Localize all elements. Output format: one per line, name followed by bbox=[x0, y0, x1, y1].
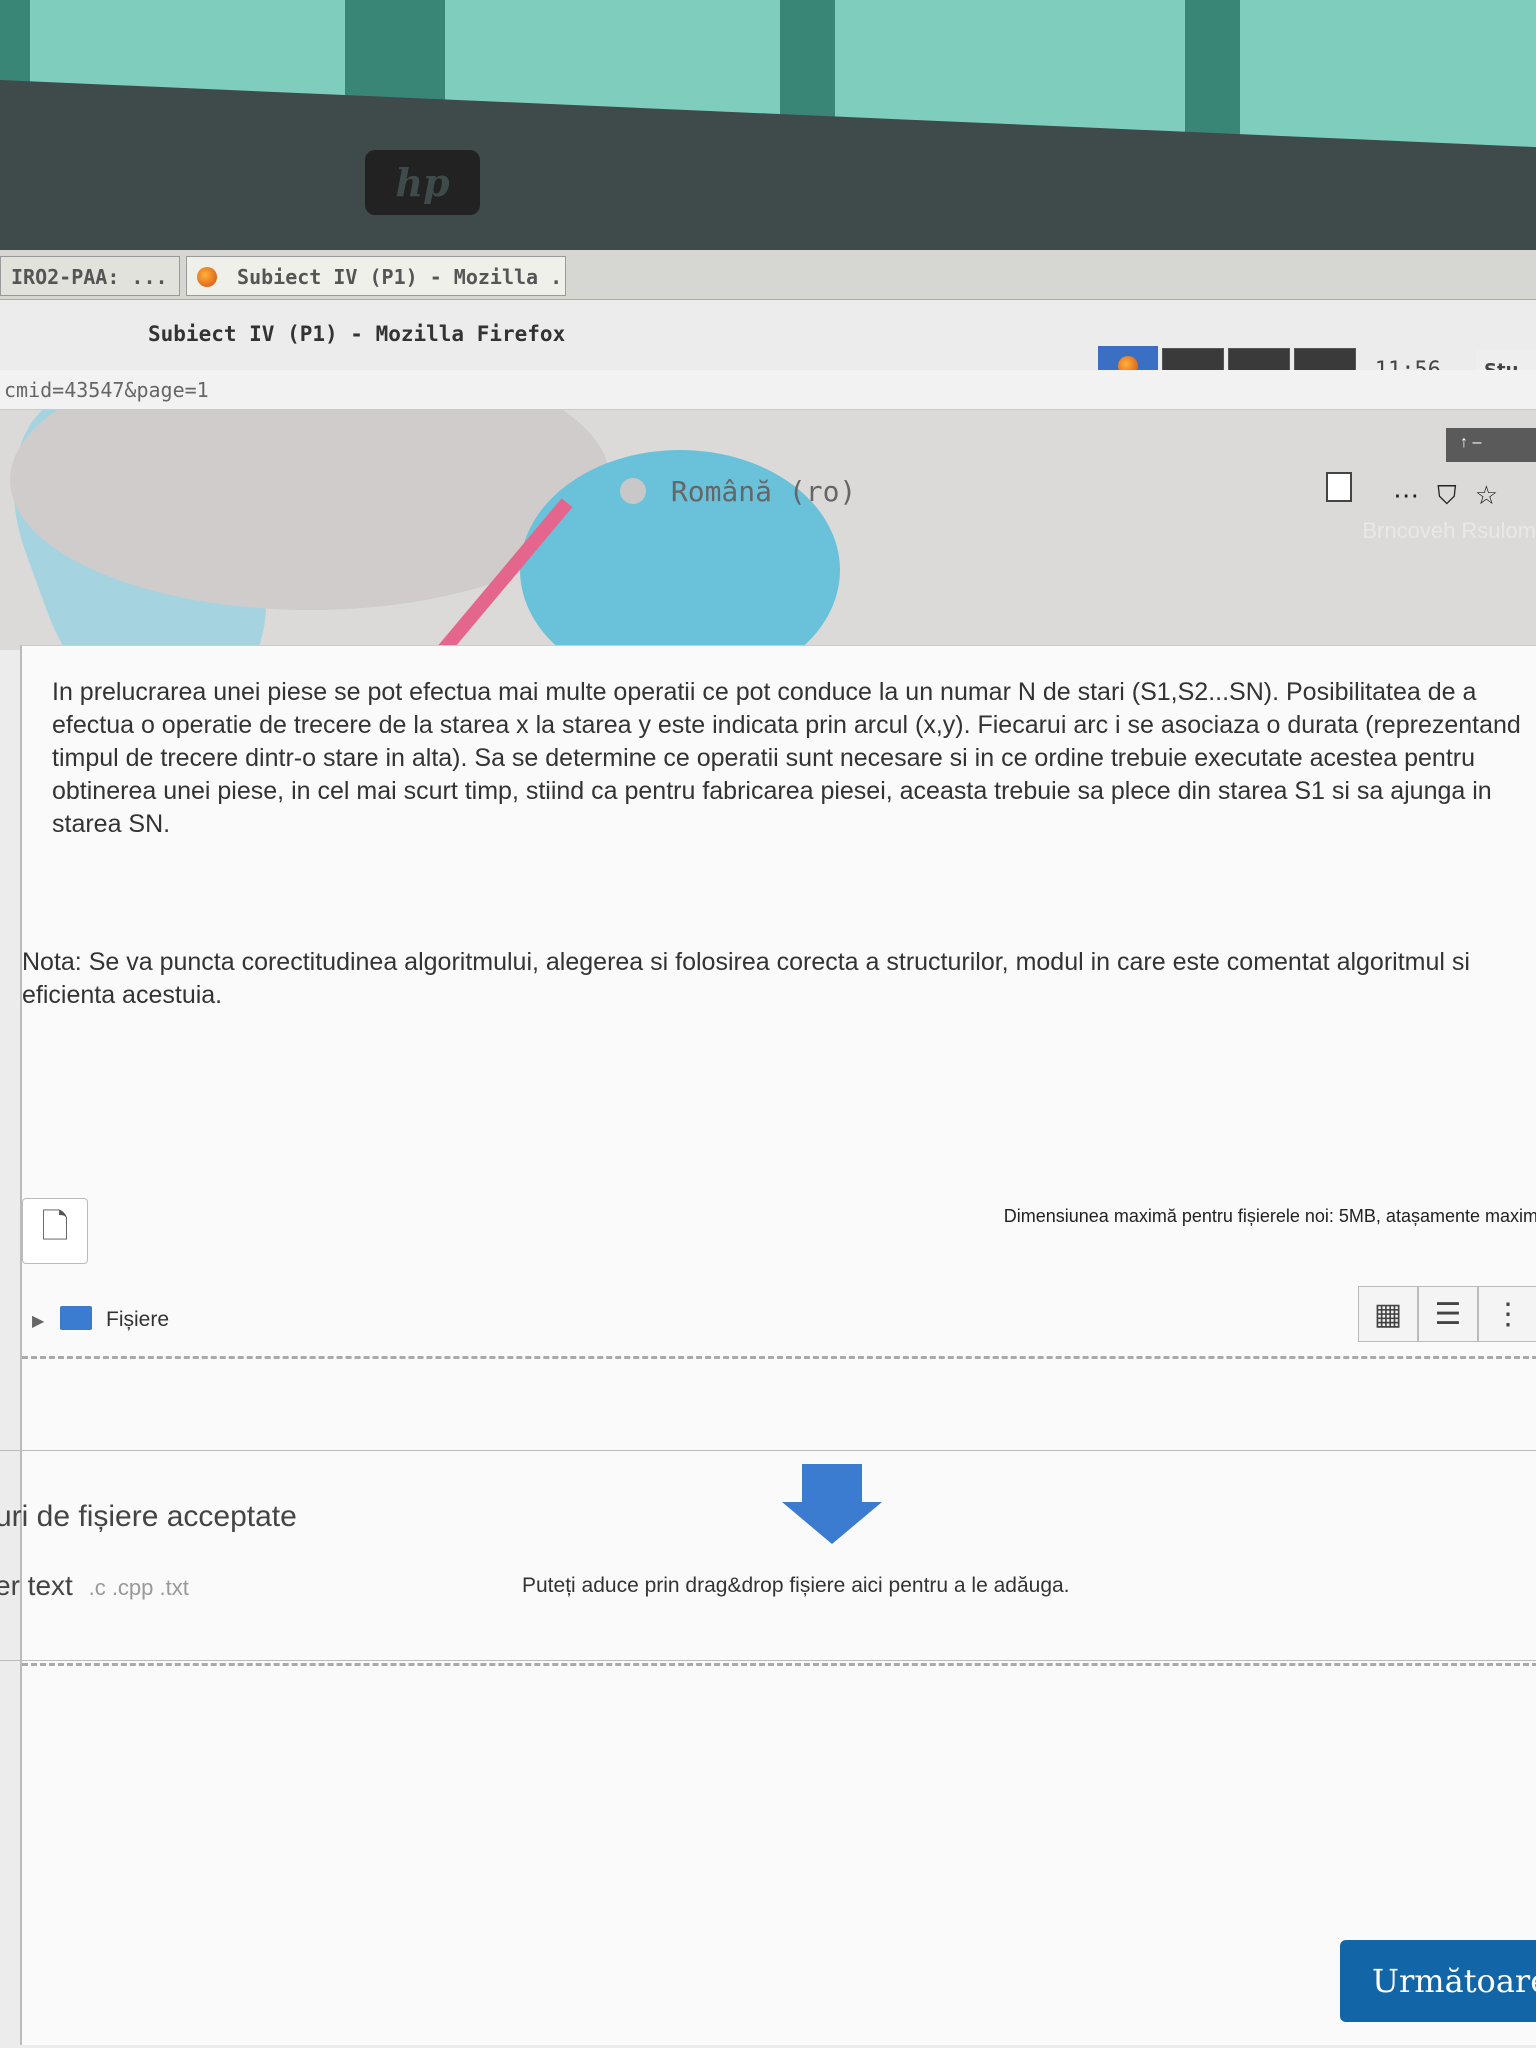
accepted-types-title: uri de fișiere acceptate bbox=[0, 1500, 297, 1533]
folder-path[interactable]: ▶ Fișiere bbox=[32, 1306, 169, 1332]
hp-logo: hp bbox=[365, 150, 480, 215]
add-file-icon: 🗋 bbox=[41, 1207, 69, 1246]
url-bar[interactable]: cmid=43547&page=1 bbox=[0, 370, 1536, 410]
language-label: Română (ro) bbox=[670, 475, 857, 508]
url-text: cmid=43547&page=1 bbox=[4, 378, 209, 402]
view-toggle: ▦ ☰ ⋮ bbox=[1358, 1286, 1536, 1342]
browser-toolbar-icons: ⋯⛉☆ bbox=[1393, 480, 1516, 512]
screen: IRO2-PAA: ... Subiect IV (P1) - Mozilla … bbox=[0, 250, 1536, 2048]
folder-icon bbox=[60, 1306, 93, 1330]
accepted-types-row: er text .c .cpp .txt bbox=[0, 1570, 189, 1602]
taskbar: IRO2-PAA: ... Subiect IV (P1) - Mozilla … bbox=[0, 250, 1536, 300]
question-note: Nota: Se va puncta corectitudinea algori… bbox=[22, 948, 1470, 1009]
user-name[interactable]: Brncoveh Rsulom bbox=[1362, 518, 1536, 544]
list-view-icon[interactable]: ☰ bbox=[1418, 1286, 1478, 1342]
expand-icon[interactable]: ▶ bbox=[32, 1313, 44, 1330]
next-page-button[interactable]: Următoare bbox=[1340, 1940, 1536, 2022]
firefox-icon bbox=[197, 267, 217, 287]
globe-icon bbox=[620, 478, 646, 504]
bookmark-star-icon[interactable]: ☆ bbox=[1475, 480, 1516, 510]
language-menu[interactable]: Română (ro) bbox=[620, 475, 856, 508]
divider bbox=[0, 1450, 1536, 1451]
pocket-icon[interactable]: ⛉ bbox=[1437, 480, 1475, 510]
add-file-button[interactable]: 🗋 bbox=[22, 1198, 88, 1264]
taskbar-tab-firefox[interactable]: Subiect IV (P1) - Mozilla ... bbox=[186, 256, 566, 296]
drop-zone-text: Puteți aduce prin drag&drop fișiere aici… bbox=[522, 1574, 1070, 1597]
folder-label: Fișiere bbox=[106, 1308, 170, 1331]
taskbar-tab-label: IRO2-PAA: ... bbox=[11, 265, 168, 289]
scroll-buttons[interactable]: ↑ – bbox=[1446, 428, 1536, 462]
question-content: In prelucrarea unei piese se pot efectua… bbox=[20, 645, 1536, 2045]
accepted-type-label: er text bbox=[0, 1570, 73, 1601]
max-size-info: Dimensiunea maximă pentru fișierele noi:… bbox=[1003, 1206, 1536, 1226]
taskbar-tab-iro2[interactable]: IRO2-PAA: ... bbox=[0, 256, 180, 296]
reader-view-icon[interactable] bbox=[1326, 472, 1352, 502]
taskbar-tab-label: Subiect IV (P1) - Mozilla ... bbox=[237, 265, 566, 289]
more-actions-icon[interactable]: ⋯ bbox=[1393, 480, 1437, 510]
question-text: In prelucrarea unei piese se pot efectua… bbox=[52, 678, 1521, 838]
window-title: Subiect IV (P1) - Mozilla Firefox bbox=[148, 322, 566, 346]
accepted-extensions: .c .cpp .txt bbox=[88, 1575, 189, 1600]
divider bbox=[0, 1660, 1536, 1661]
page-header-banner bbox=[0, 410, 1536, 650]
download-arrow-icon bbox=[782, 1464, 882, 1544]
grid-view-icon[interactable]: ▦ bbox=[1358, 1286, 1418, 1342]
tree-view-icon[interactable]: ⋮ bbox=[1478, 1286, 1536, 1342]
file-manager: 🗋 Dimensiunea maximă pentru fișierele no… bbox=[12, 1176, 1536, 1756]
